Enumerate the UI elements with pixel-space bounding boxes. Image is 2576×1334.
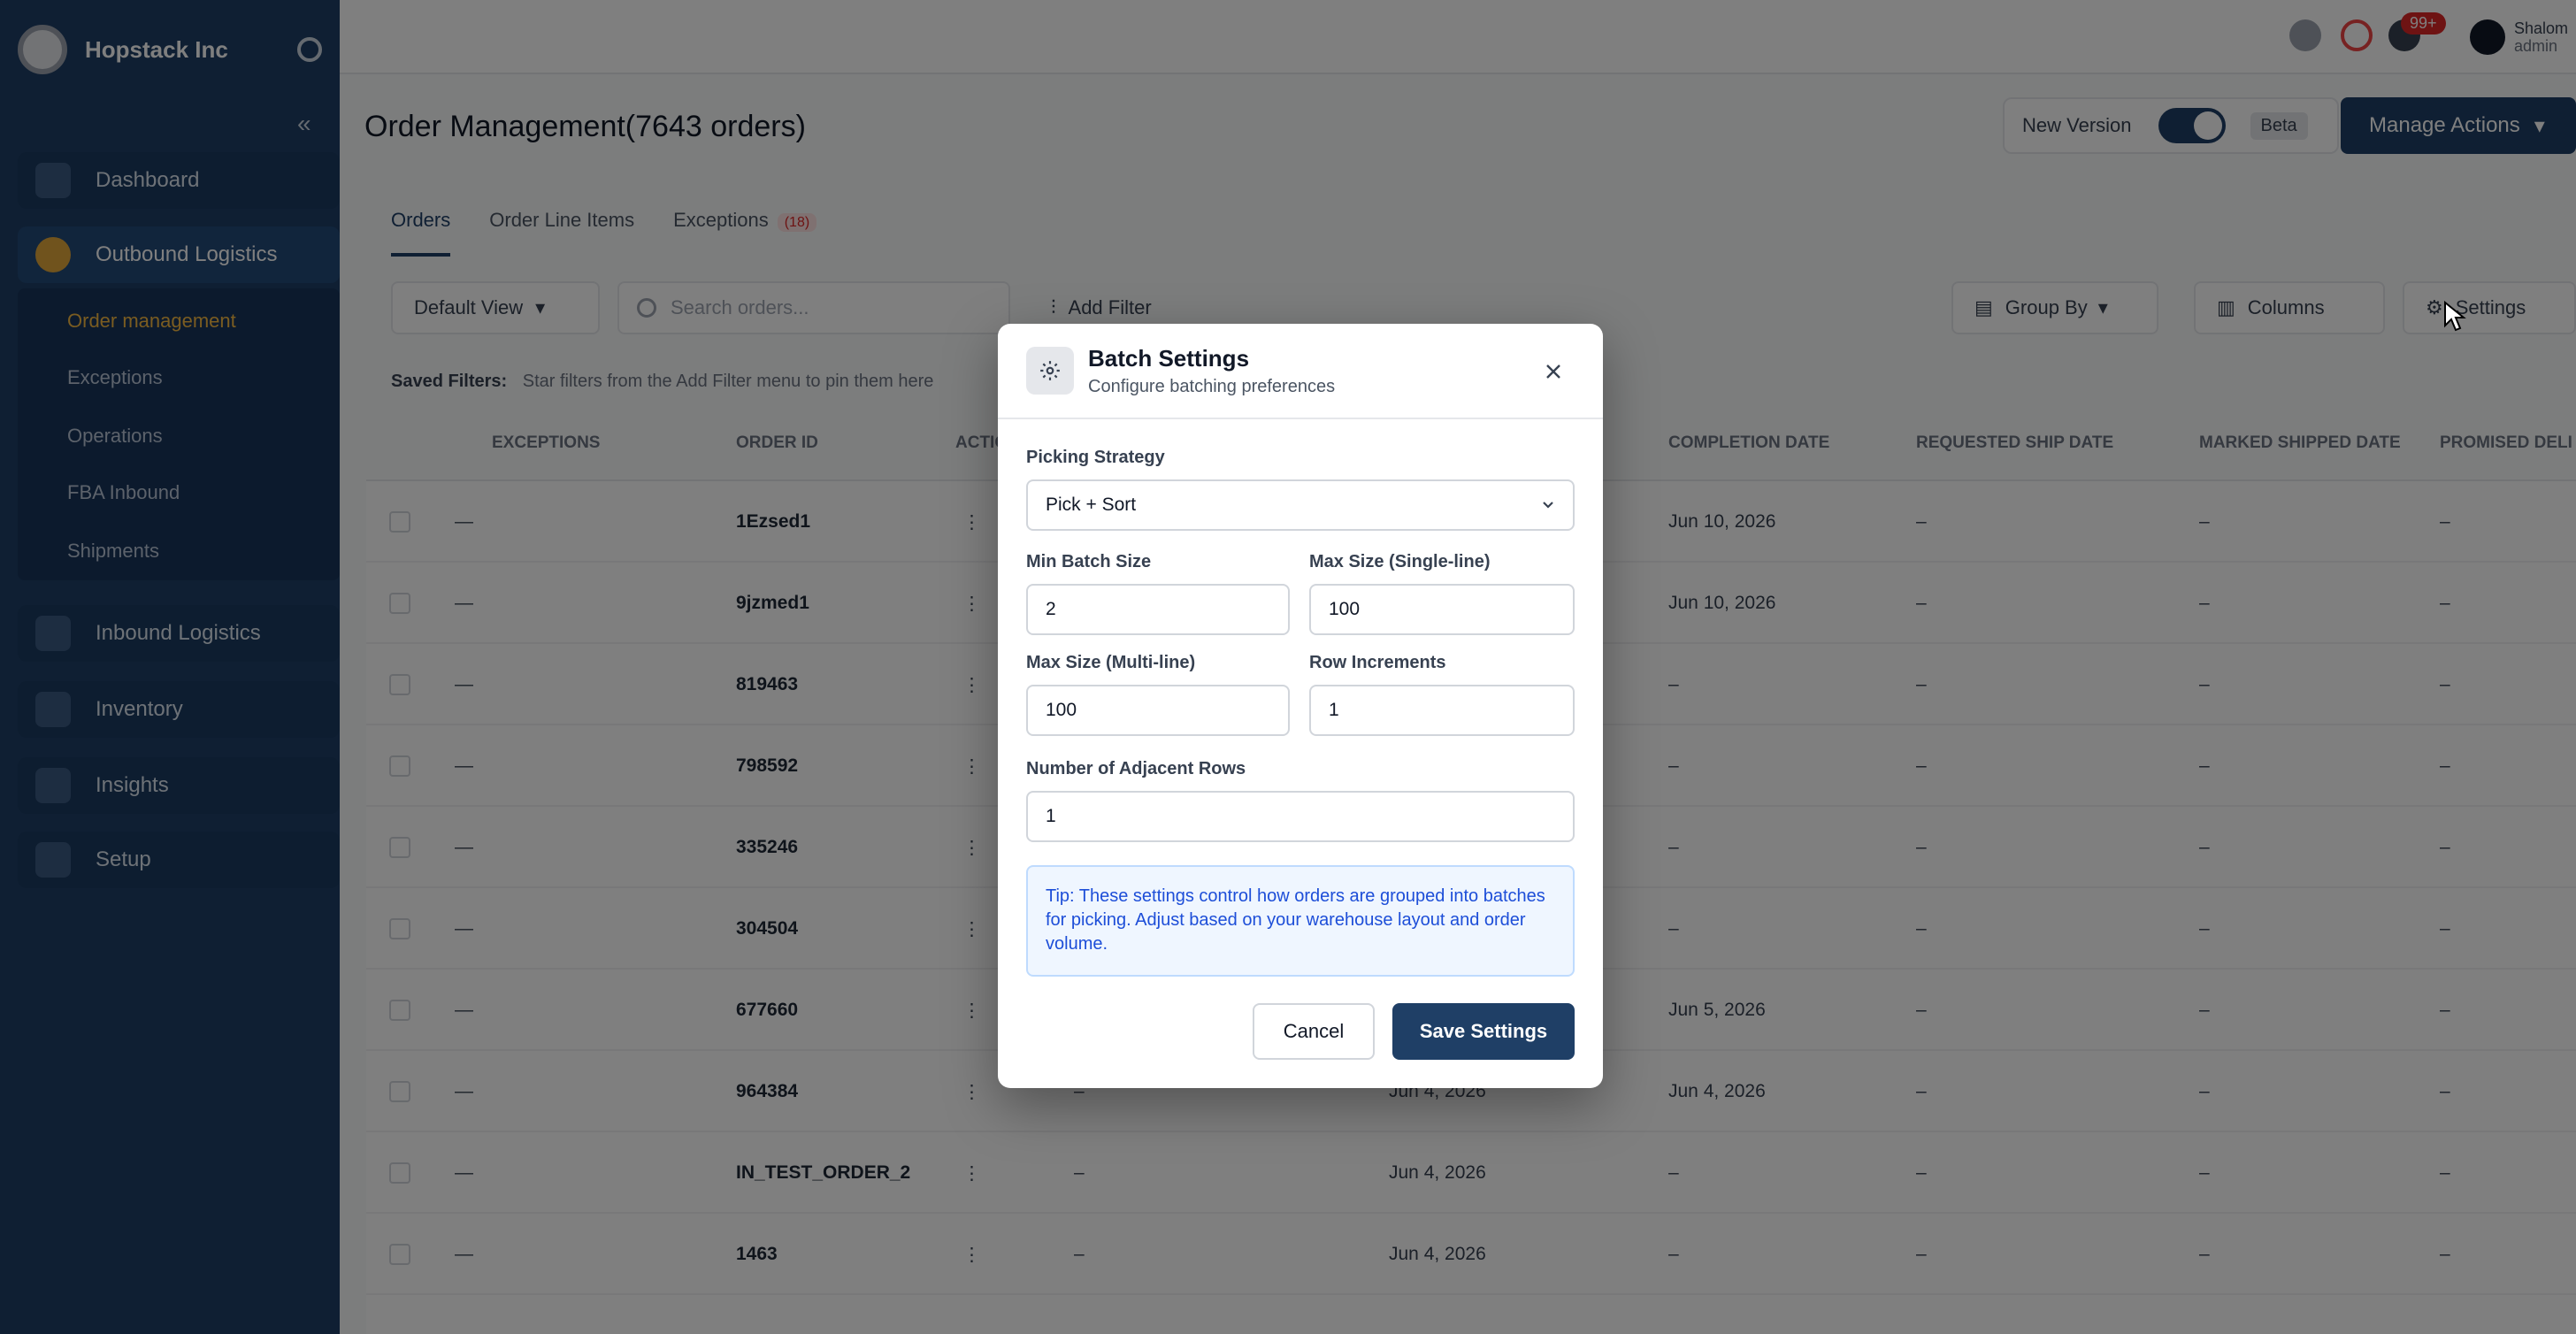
cancel-button[interactable]: Cancel bbox=[1253, 1003, 1375, 1060]
max-size-single-line-label: Max Size (Single-line) bbox=[1309, 552, 1491, 571]
modal-title: Batch Settings bbox=[1088, 345, 1250, 372]
min-batch-size-input[interactable]: 2 bbox=[1026, 584, 1290, 635]
batch-settings-modal: Batch Settings Configure batching prefer… bbox=[998, 324, 1603, 1088]
max-size-multi-line-label: Max Size (Multi-line) bbox=[1026, 653, 1196, 672]
modal-header: Batch Settings Configure batching prefer… bbox=[998, 324, 1603, 419]
adjacent-rows-value: 1 bbox=[1046, 806, 1056, 826]
max-size-multi-line-input[interactable]: 100 bbox=[1026, 685, 1290, 736]
picking-strategy-select[interactable]: Pick + Sort bbox=[1026, 479, 1575, 531]
tip-box: Tip: These settings control how orders a… bbox=[1026, 865, 1575, 977]
min-batch-size-value: 2 bbox=[1046, 599, 1056, 619]
close-icon[interactable] bbox=[1536, 354, 1571, 389]
chevron-down-icon bbox=[1539, 495, 1557, 518]
row-increments-value: 1 bbox=[1329, 700, 1339, 720]
min-batch-size-label: Min Batch Size bbox=[1026, 552, 1152, 571]
max-size-single-line-value: 100 bbox=[1329, 599, 1361, 619]
settings-icon bbox=[1026, 347, 1074, 395]
row-increments-label: Row Increments bbox=[1309, 653, 1446, 672]
max-size-multi-line-value: 100 bbox=[1046, 700, 1077, 720]
tip-text: Tip: These settings control how orders a… bbox=[1046, 886, 1545, 954]
save-settings-button[interactable]: Save Settings bbox=[1392, 1003, 1575, 1060]
adjacent-rows-input[interactable]: 1 bbox=[1026, 791, 1575, 842]
picking-strategy-value: Pick + Sort bbox=[1046, 494, 1137, 515]
row-increments-input[interactable]: 1 bbox=[1309, 685, 1575, 736]
modal-subtitle: Configure batching preferences bbox=[1088, 377, 1336, 396]
mouse-cursor-icon bbox=[2443, 300, 2466, 337]
picking-strategy-label: Picking Strategy bbox=[1026, 448, 1165, 467]
adjacent-rows-label: Number of Adjacent Rows bbox=[1026, 759, 1246, 778]
max-size-single-line-input[interactable]: 100 bbox=[1309, 584, 1575, 635]
